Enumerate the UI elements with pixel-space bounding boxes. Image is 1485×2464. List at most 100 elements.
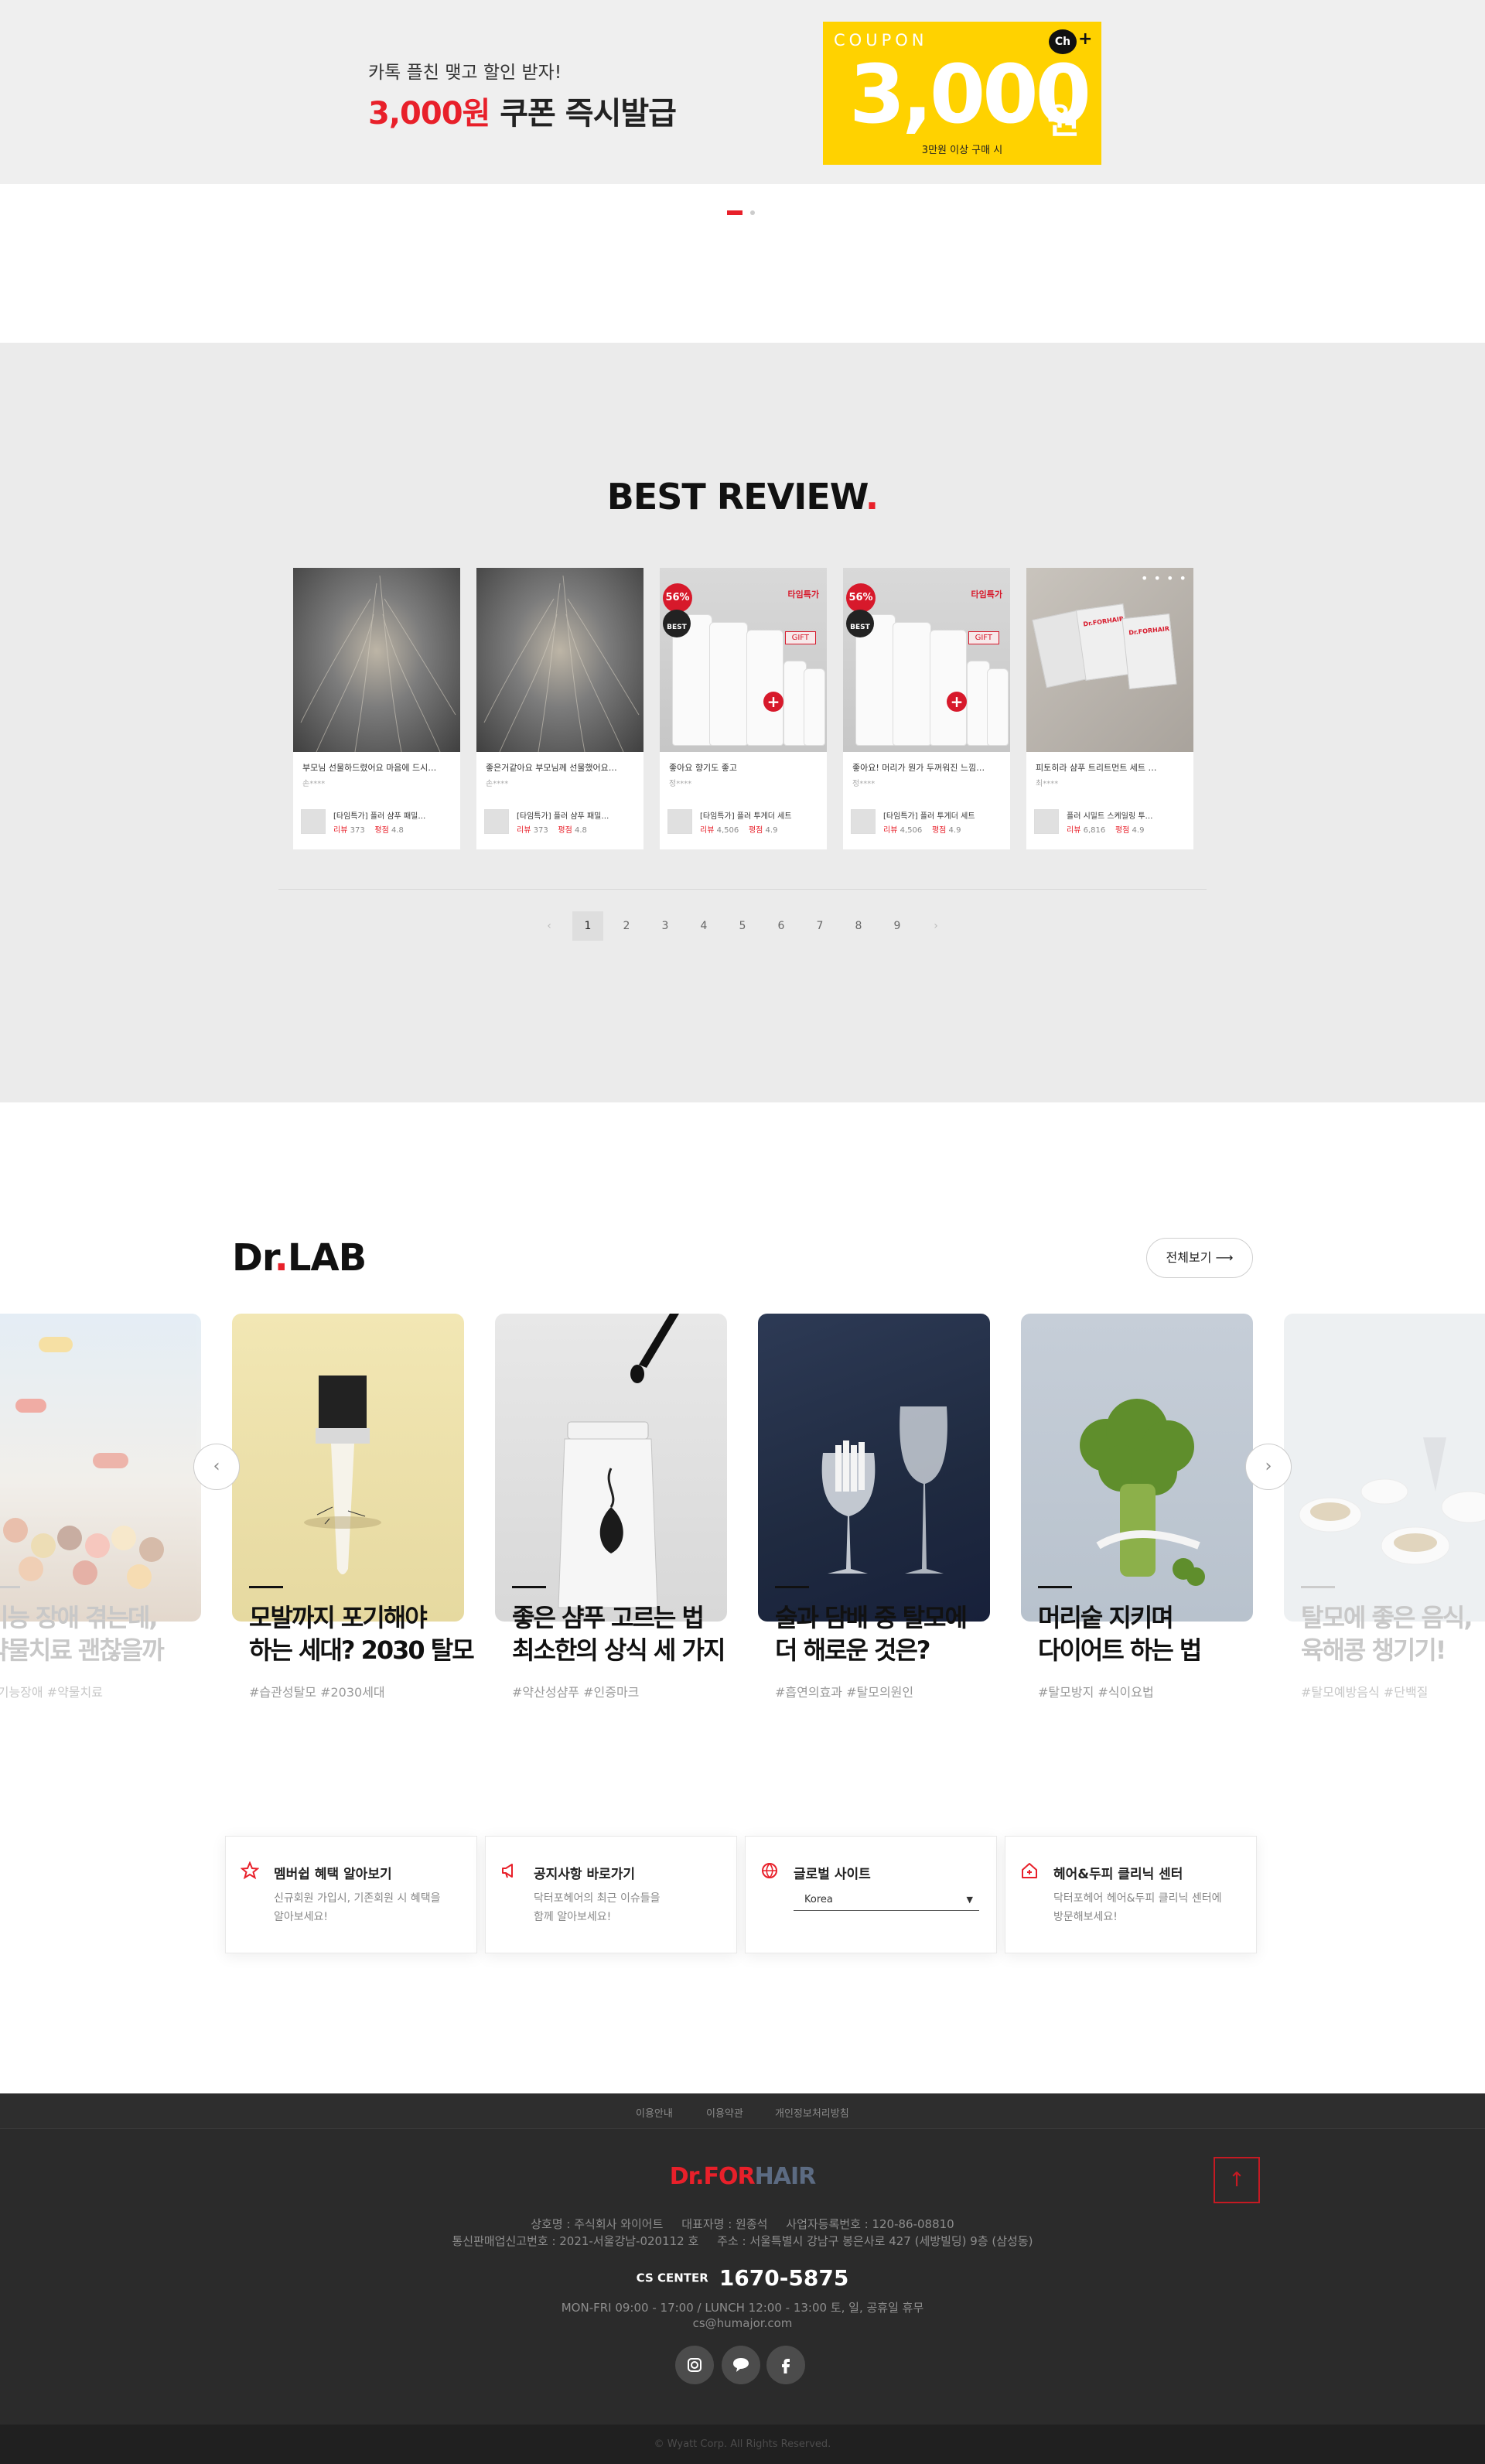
best-badge: BEST xyxy=(846,610,874,637)
select-value: Korea xyxy=(804,1894,833,1905)
review-product: [타임특가] 플러 투게더 세트 xyxy=(883,812,975,821)
product-bottle xyxy=(930,630,967,746)
reviews-count: 4,506 xyxy=(900,826,923,835)
instagram-icon[interactable] xyxy=(675,2346,714,2384)
clinic-box[interactable]: 헤어&두피 클리닉 센터 닥터포헤어 헤어&두피 클리닉 센터에 방문해보세요! xyxy=(1005,1836,1257,1953)
rating-label: 평점 xyxy=(931,826,947,835)
notice-box[interactable]: 공지사항 바로가기 닥터포헤어의 최근 이슈들을 함께 알아보세요! xyxy=(485,1836,737,1953)
review-product: 플러 시밀트 스케일링 투… xyxy=(1067,812,1153,821)
rating-value: 4.9 xyxy=(948,826,961,835)
footer-logo-b: HAIR xyxy=(754,2163,817,2190)
page-9[interactable]: 9 xyxy=(882,911,913,941)
dr-lab-title-dot: . xyxy=(274,1236,288,1280)
product-tube xyxy=(987,668,1009,746)
review-card[interactable]: + 56% BEST 타임특가 GIFT 좋아요! 머리가 뭔가 두꺼워진 느낌… xyxy=(843,568,1010,849)
page-3[interactable]: 3 xyxy=(650,911,681,941)
scroll-top-button[interactable]: ↑ xyxy=(1214,2157,1260,2203)
pills-illustration xyxy=(3,1337,164,1589)
page-7[interactable]: 7 xyxy=(804,911,835,941)
page-2[interactable]: 2 xyxy=(611,911,642,941)
footer-link-terms[interactable]: 이용약관 xyxy=(706,2105,743,2120)
reviews-count: 4,506 xyxy=(716,826,739,835)
lab-card-tags: #탈모방지 #식이요법 xyxy=(1038,1685,1154,1700)
more-icon: • • • • xyxy=(1140,571,1187,586)
cs-number[interactable]: 1670-5875 xyxy=(719,2265,848,2291)
rating-value: 4.8 xyxy=(391,826,404,835)
page-5[interactable]: 5 xyxy=(727,911,758,941)
lab-card-tags: #흡연의효과 #탈모의원인 xyxy=(775,1685,914,1700)
lab-card-tags: #습관성탈모 #2030세대 xyxy=(249,1685,385,1700)
footer: Dr.FORHAIR ↑ 상호명 : 주식회사 와이어트 대표자명 : 원종석 … xyxy=(0,2129,1485,2425)
best-review-title: BEST REVIEW. xyxy=(0,476,1485,518)
review-image xyxy=(293,568,460,752)
dr-lab-title-b: LAB xyxy=(287,1236,367,1280)
banner-title: 3,000원 쿠폰 즉시발급 xyxy=(368,88,677,133)
footer-logo-a: Dr.FOR xyxy=(669,2163,756,2190)
review-stats: 리뷰 4,506 평점 4.9 xyxy=(883,823,961,835)
page-6[interactable]: 6 xyxy=(766,911,797,941)
review-text: 좋아요 향기도 좋고 xyxy=(669,763,737,773)
review-stats: 리뷰 373 평점 4.8 xyxy=(333,823,404,835)
global-site-select[interactable]: Korea ▼ xyxy=(794,1891,979,1911)
membership-box[interactable]: 멤버쉽 혜택 알아보기 신규회원 가입시, 기존회원 시 혜택을 알아보세요! xyxy=(225,1836,477,1953)
coupon-banner[interactable]: 카톡 플친 맺고 할인 받자! 3,000원 쿠폰 즉시발급 COUPON Ch… xyxy=(0,0,1485,184)
lab-card-tags: #약산성샴푸 #인증마크 xyxy=(512,1685,640,1700)
view-all-button[interactable]: 전체보기 ⟶ xyxy=(1146,1238,1253,1278)
review-product: [타임특가] 플러 샴푸 패밀… xyxy=(333,812,426,821)
plus-icon: + xyxy=(763,692,783,712)
brush-illustration xyxy=(304,1376,381,1574)
review-author: 손**** xyxy=(302,780,326,788)
slider-dot[interactable] xyxy=(750,210,755,215)
page-8[interactable]: 8 xyxy=(843,911,874,941)
cs-email[interactable]: cs@humajor.com xyxy=(0,2316,1485,2330)
box-title: 글로벌 사이트 xyxy=(794,1867,871,1882)
lab-card-image xyxy=(1021,1314,1253,1622)
review-product: [타임특가] 플러 투게더 세트 xyxy=(700,812,792,821)
review-card[interactable]: Dr.FORHAIR Dr.FORHAIR • • • • 피토히라 샴푸 트리… xyxy=(1026,568,1193,849)
title-dot: . xyxy=(865,476,879,518)
review-card[interactable]: 좋은거같아요 부모님께 선물했어요… 손**** [타임특가] 플러 샴푸 패밀… xyxy=(476,568,644,849)
lab-card-title: 모발까지 포기해야 하는 세대? 2030 탈모 xyxy=(249,1603,475,1665)
footer-logo[interactable]: Dr.FORHAIR xyxy=(0,2163,1485,2190)
product-thumbnail xyxy=(484,809,509,834)
lab-card-bar xyxy=(512,1586,546,1588)
review-card[interactable]: + 56% BEST 타임특가 GIFT 좋아요 향기도 좋고 정**** [타… xyxy=(660,568,827,849)
lab-card-bar xyxy=(1038,1586,1072,1588)
pagination-prev[interactable]: ‹ xyxy=(534,911,565,941)
lab-card-bar xyxy=(1301,1586,1335,1588)
footer-link-guide[interactable]: 이용안내 xyxy=(636,2105,673,2120)
footer-link-privacy[interactable]: 개인정보처리방침 xyxy=(775,2105,849,2120)
banner-title-highlight: 3,000원 xyxy=(368,96,490,132)
footer-links: 이용안내 이용약관 개인정보처리방침 xyxy=(0,2093,1485,2129)
page-1[interactable]: 1 xyxy=(572,911,603,941)
pagination-next[interactable]: › xyxy=(920,911,951,941)
hair-photo xyxy=(300,575,456,752)
lab-card-image xyxy=(495,1314,727,1622)
review-card[interactable]: 부모님 선물하드렸어요 마음에 드시… 손**** [타임특가] 플러 샴푸 패… xyxy=(293,568,460,849)
page-4[interactable]: 4 xyxy=(688,911,719,941)
coupon-graphic[interactable]: COUPON Ch + 3,000 원 3만원 이상 구매 시 xyxy=(823,22,1101,165)
rating-label: 평점 xyxy=(748,826,763,835)
banner-title-rest: 쿠폰 즉시발급 xyxy=(490,96,677,132)
best-badge: BEST xyxy=(663,610,691,637)
discount-badge: 56% xyxy=(846,583,876,613)
reviews-count: 6,816 xyxy=(1083,826,1106,835)
glasses-illustration xyxy=(821,1406,947,1574)
review-text: 좋은거같아요 부모님께 선물했어요… xyxy=(486,763,617,773)
slider-dot-active[interactable] xyxy=(727,210,742,215)
kakao-icon[interactable] xyxy=(722,2346,760,2384)
review-stats: 리뷰 4,506 평점 4.9 xyxy=(700,823,777,835)
carousel-next-button[interactable]: › xyxy=(1245,1444,1292,1490)
plus-icon: + xyxy=(1078,29,1093,49)
sachet-label: Dr.FORHAIR xyxy=(1128,625,1170,637)
box-description: 닥터포헤어의 최근 이슈들을 함께 알아보세요! xyxy=(534,1892,661,1923)
cs-center: CS CENTER 1670-5875 xyxy=(0,2265,1485,2291)
facebook-icon[interactable] xyxy=(766,2346,805,2384)
caret-down-icon: ▼ xyxy=(966,1895,973,1905)
dr-lab-title-a: Dr xyxy=(232,1236,275,1280)
carousel-prev-button[interactable]: ‹ xyxy=(193,1444,240,1490)
reviews-label: 리뷰 xyxy=(333,826,348,835)
globe-icon xyxy=(760,1861,780,1881)
brand-mark: 타임특가 xyxy=(971,590,1002,600)
review-stats: 리뷰 373 평점 4.8 xyxy=(517,823,587,835)
